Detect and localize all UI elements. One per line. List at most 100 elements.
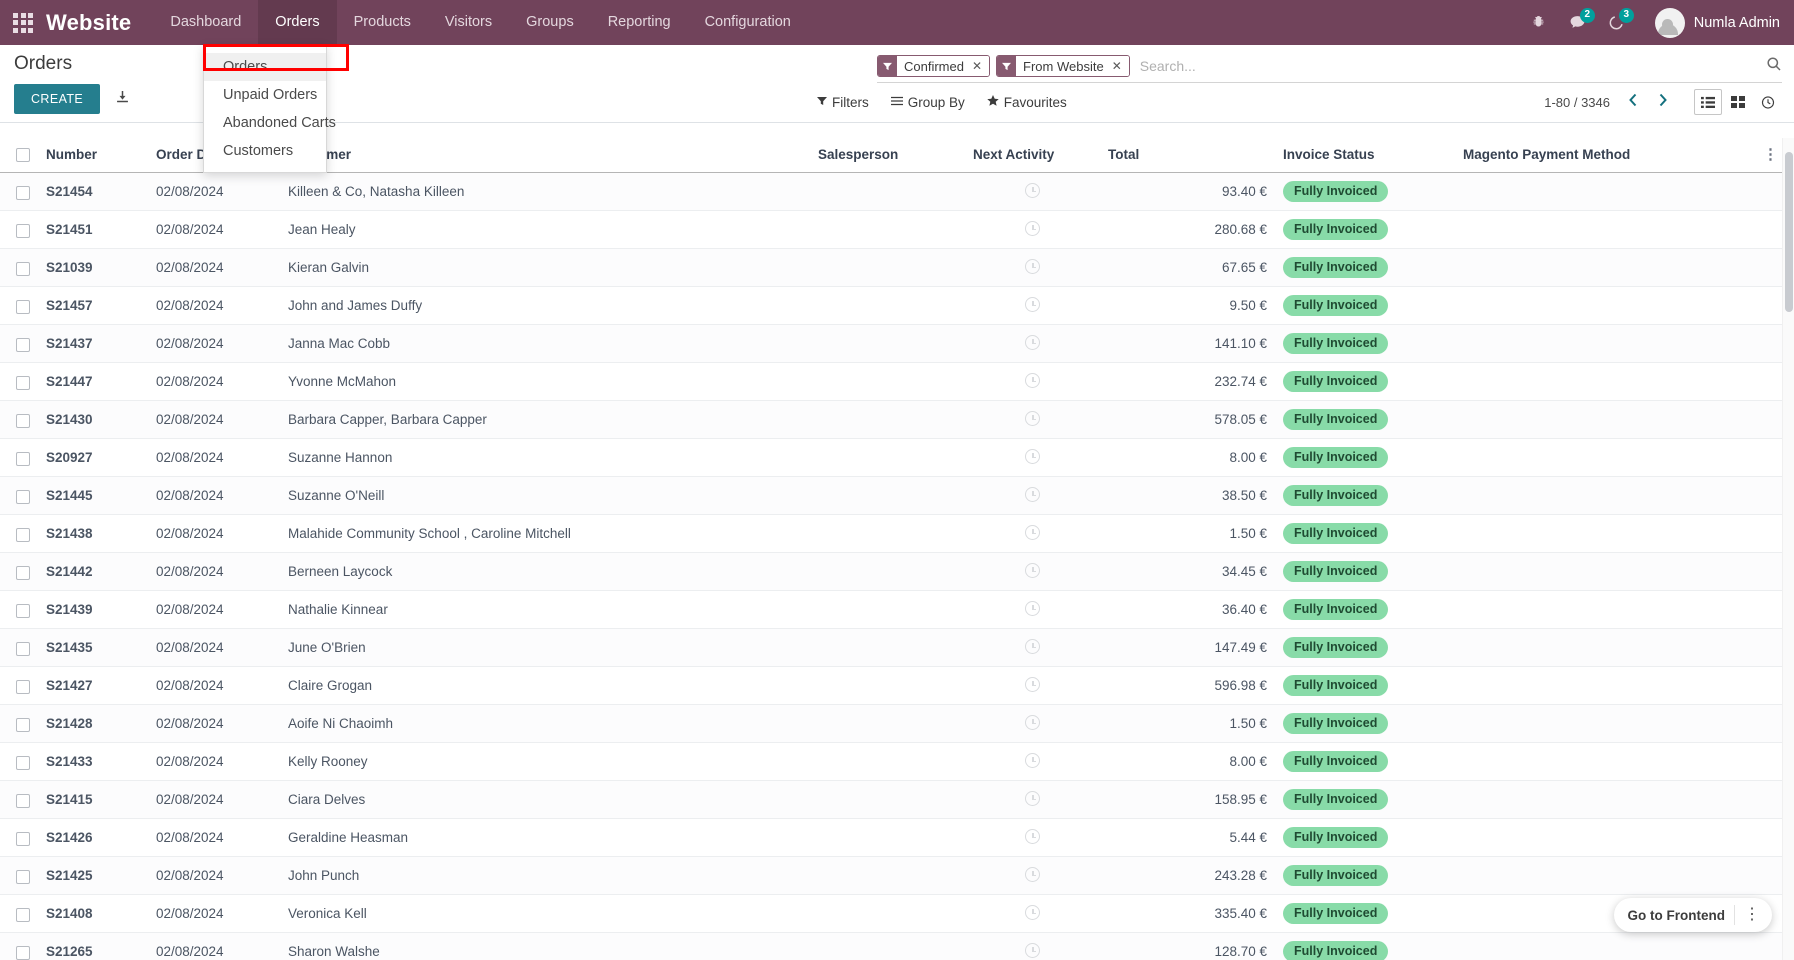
column-header-salesperson[interactable]: Salesperson — [810, 138, 965, 174]
row-checkbox[interactable] — [16, 755, 30, 770]
table-row[interactable]: S21451 02/08/2024 Jean Healy 280.68 € Fully … — [0, 210, 1794, 250]
table-row[interactable]: S21437 02/08/2024 Janna Mac Cobb 141.10 € Fu… — [0, 324, 1794, 364]
filters-toggle[interactable]: Filters — [817, 95, 869, 110]
bug-icon[interactable] — [1522, 6, 1556, 40]
row-checkbox[interactable] — [16, 679, 30, 694]
table-row[interactable]: S20927 02/08/2024 Suzanne Hannon 8.00 € Full… — [0, 438, 1794, 478]
row-checkbox[interactable] — [16, 299, 30, 314]
menu-item-orders[interactable]: Orders — [258, 0, 337, 45]
dropdown-item-orders[interactable]: Orders — [204, 53, 326, 81]
row-checkbox[interactable] — [16, 375, 30, 390]
table-row[interactable]: S21442 02/08/2024 Berneen Laycock 34.45 € Fu… — [0, 552, 1794, 592]
table-row[interactable]: S21445 02/08/2024 Suzanne O'Neill 38.50 € Fu… — [0, 476, 1794, 516]
table-row[interactable]: S21428 02/08/2024 Aoife Ni Chaoimh 1.50 € Fu… — [0, 704, 1794, 744]
row-checkbox[interactable] — [16, 869, 30, 884]
select-all-checkbox[interactable] — [16, 148, 30, 163]
row-checkbox[interactable] — [16, 793, 30, 808]
app-brand-website[interactable]: Website — [46, 10, 131, 36]
table-row[interactable]: S21447 02/08/2024 Yvonne McMahon 232.74 € Fu… — [0, 362, 1794, 402]
activity-clock-icon[interactable] — [1025, 866, 1040, 882]
row-checkbox[interactable] — [16, 641, 30, 656]
table-row[interactable]: S21415 02/08/2024 Ciara Delves 158.95 € Full… — [0, 780, 1794, 820]
table-row[interactable]: S21427 02/08/2024 Claire Grogan 596.98 € Ful… — [0, 666, 1794, 706]
menu-item-groups[interactable]: Groups — [509, 0, 591, 45]
menu-item-visitors[interactable]: Visitors — [428, 0, 509, 45]
search-input[interactable] — [1135, 56, 1756, 76]
activity-clock-icon[interactable] — [1025, 638, 1040, 654]
row-checkbox[interactable] — [16, 565, 30, 580]
activity-clock-icon[interactable] — [1025, 524, 1040, 540]
menu-item-dashboard[interactable]: Dashboard — [153, 0, 258, 45]
activity-clock-icon[interactable] — [1025, 220, 1040, 236]
search-facet-from-website[interactable]: From Website ✕ — [996, 55, 1130, 77]
messages-icon[interactable]: 2 — [1561, 6, 1595, 40]
table-row[interactable]: S21265 02/08/2024 Sharon Walshe 128.70 € Ful… — [0, 932, 1794, 960]
kanban-view-icon[interactable] — [1724, 89, 1752, 115]
table-row[interactable]: S21433 02/08/2024 Kelly Rooney 8.00 € Fully … — [0, 742, 1794, 782]
column-header-magento-payment-method[interactable]: Magento Payment Method — [1455, 138, 1755, 174]
table-row[interactable]: S21439 02/08/2024 Nathalie Kinnear 36.40 € F… — [0, 590, 1794, 630]
close-x-icon[interactable]: ✕ — [969, 56, 990, 76]
row-checkbox[interactable] — [16, 451, 30, 466]
row-checkbox[interactable] — [16, 831, 30, 846]
menu-item-products[interactable]: Products — [337, 0, 428, 45]
search-facet-confirmed[interactable]: Confirmed ✕ — [877, 55, 991, 77]
dropdown-item-unpaid-orders[interactable]: Unpaid Orders — [204, 81, 326, 109]
scrollbar-thumb[interactable] — [1785, 152, 1793, 312]
activity-clock-icon[interactable] — [1025, 904, 1040, 920]
table-row[interactable]: S21426 02/08/2024 Geraldine Heasman 5.44 € F… — [0, 818, 1794, 858]
apps-grid-icon[interactable] — [10, 10, 36, 36]
table-row[interactable]: S21457 02/08/2024 John and James Duffy 9.50… — [0, 286, 1794, 326]
table-row[interactable]: S21408 02/08/2024 Veronica Kell 335.40 € Ful… — [0, 894, 1794, 934]
activity-clock-icon[interactable] — [1025, 562, 1040, 578]
column-header-next-activity[interactable]: Next Activity — [965, 138, 1100, 174]
column-header-invoice-status[interactable]: Invoice Status — [1275, 138, 1455, 174]
table-row[interactable]: S21454 02/08/2024 Killeen & Co, Natasha Ki… — [0, 172, 1794, 212]
close-x-icon[interactable]: ✕ — [1109, 56, 1129, 76]
list-view-icon[interactable] — [1694, 89, 1722, 115]
vertical-dots-icon[interactable]: ⋮ — [1744, 907, 1766, 923]
row-checkbox[interactable] — [16, 261, 30, 276]
activity-clock-icon[interactable] — [1025, 714, 1040, 730]
row-checkbox[interactable] — [16, 603, 30, 618]
activity-clock-icon[interactable] — [1025, 942, 1040, 958]
activity-clock-icon[interactable] — [1025, 790, 1040, 806]
table-row[interactable]: S21430 02/08/2024 Barbara Capper, Barbara … — [0, 400, 1794, 440]
pager-previous-button[interactable] — [1620, 91, 1646, 113]
activity-clock-icon[interactable] — [1025, 296, 1040, 312]
row-checkbox[interactable] — [16, 337, 30, 352]
row-checkbox[interactable] — [16, 717, 30, 732]
row-checkbox[interactable] — [16, 223, 30, 238]
user-menu[interactable]: Numla Admin — [1654, 7, 1780, 38]
column-header-customer[interactable]: Customer — [280, 138, 810, 174]
column-header-total[interactable]: Total — [1100, 138, 1275, 174]
row-checkbox[interactable] — [16, 413, 30, 428]
row-checkbox[interactable] — [16, 907, 30, 922]
activities-icon[interactable]: 3 — [1600, 6, 1634, 40]
activity-clock-icon[interactable] — [1025, 410, 1040, 426]
create-button[interactable]: CREATE — [14, 84, 101, 114]
activity-clock-icon[interactable] — [1025, 600, 1040, 616]
column-header-number[interactable]: Number — [38, 138, 148, 174]
activity-clock-icon[interactable] — [1025, 752, 1040, 768]
activity-clock-icon[interactable] — [1025, 676, 1040, 692]
vertical-scrollbar[interactable] — [1782, 138, 1794, 960]
dropdown-item-customers[interactable]: Customers — [204, 137, 326, 165]
activity-clock-icon[interactable] — [1025, 828, 1040, 844]
activity-clock-icon[interactable] — [1025, 448, 1040, 464]
favourites-toggle[interactable]: Favourites — [987, 94, 1067, 110]
activity-clock-icon[interactable] — [1025, 486, 1040, 502]
activity-clock-icon[interactable] — [1025, 334, 1040, 350]
activity-clock-icon[interactable] — [1025, 182, 1040, 198]
go-to-frontend-button[interactable]: Go to Frontend — [1628, 908, 1725, 923]
table-row[interactable]: S21438 02/08/2024 Malahide Community Schoo… — [0, 514, 1794, 554]
row-checkbox[interactable] — [16, 185, 30, 200]
activity-view-icon[interactable] — [1754, 89, 1782, 115]
row-checkbox[interactable] — [16, 489, 30, 504]
group-by-toggle[interactable]: Group By — [890, 95, 965, 110]
vertical-dots-icon[interactable]: ⋮ — [1763, 146, 1778, 163]
table-row[interactable]: S21425 02/08/2024 John Punch 243.28 € Fully … — [0, 856, 1794, 896]
table-row[interactable]: S21435 02/08/2024 June O'Brien 147.49 € Full… — [0, 628, 1794, 668]
activity-clock-icon[interactable] — [1025, 258, 1040, 274]
pager-next-button[interactable] — [1650, 91, 1676, 113]
